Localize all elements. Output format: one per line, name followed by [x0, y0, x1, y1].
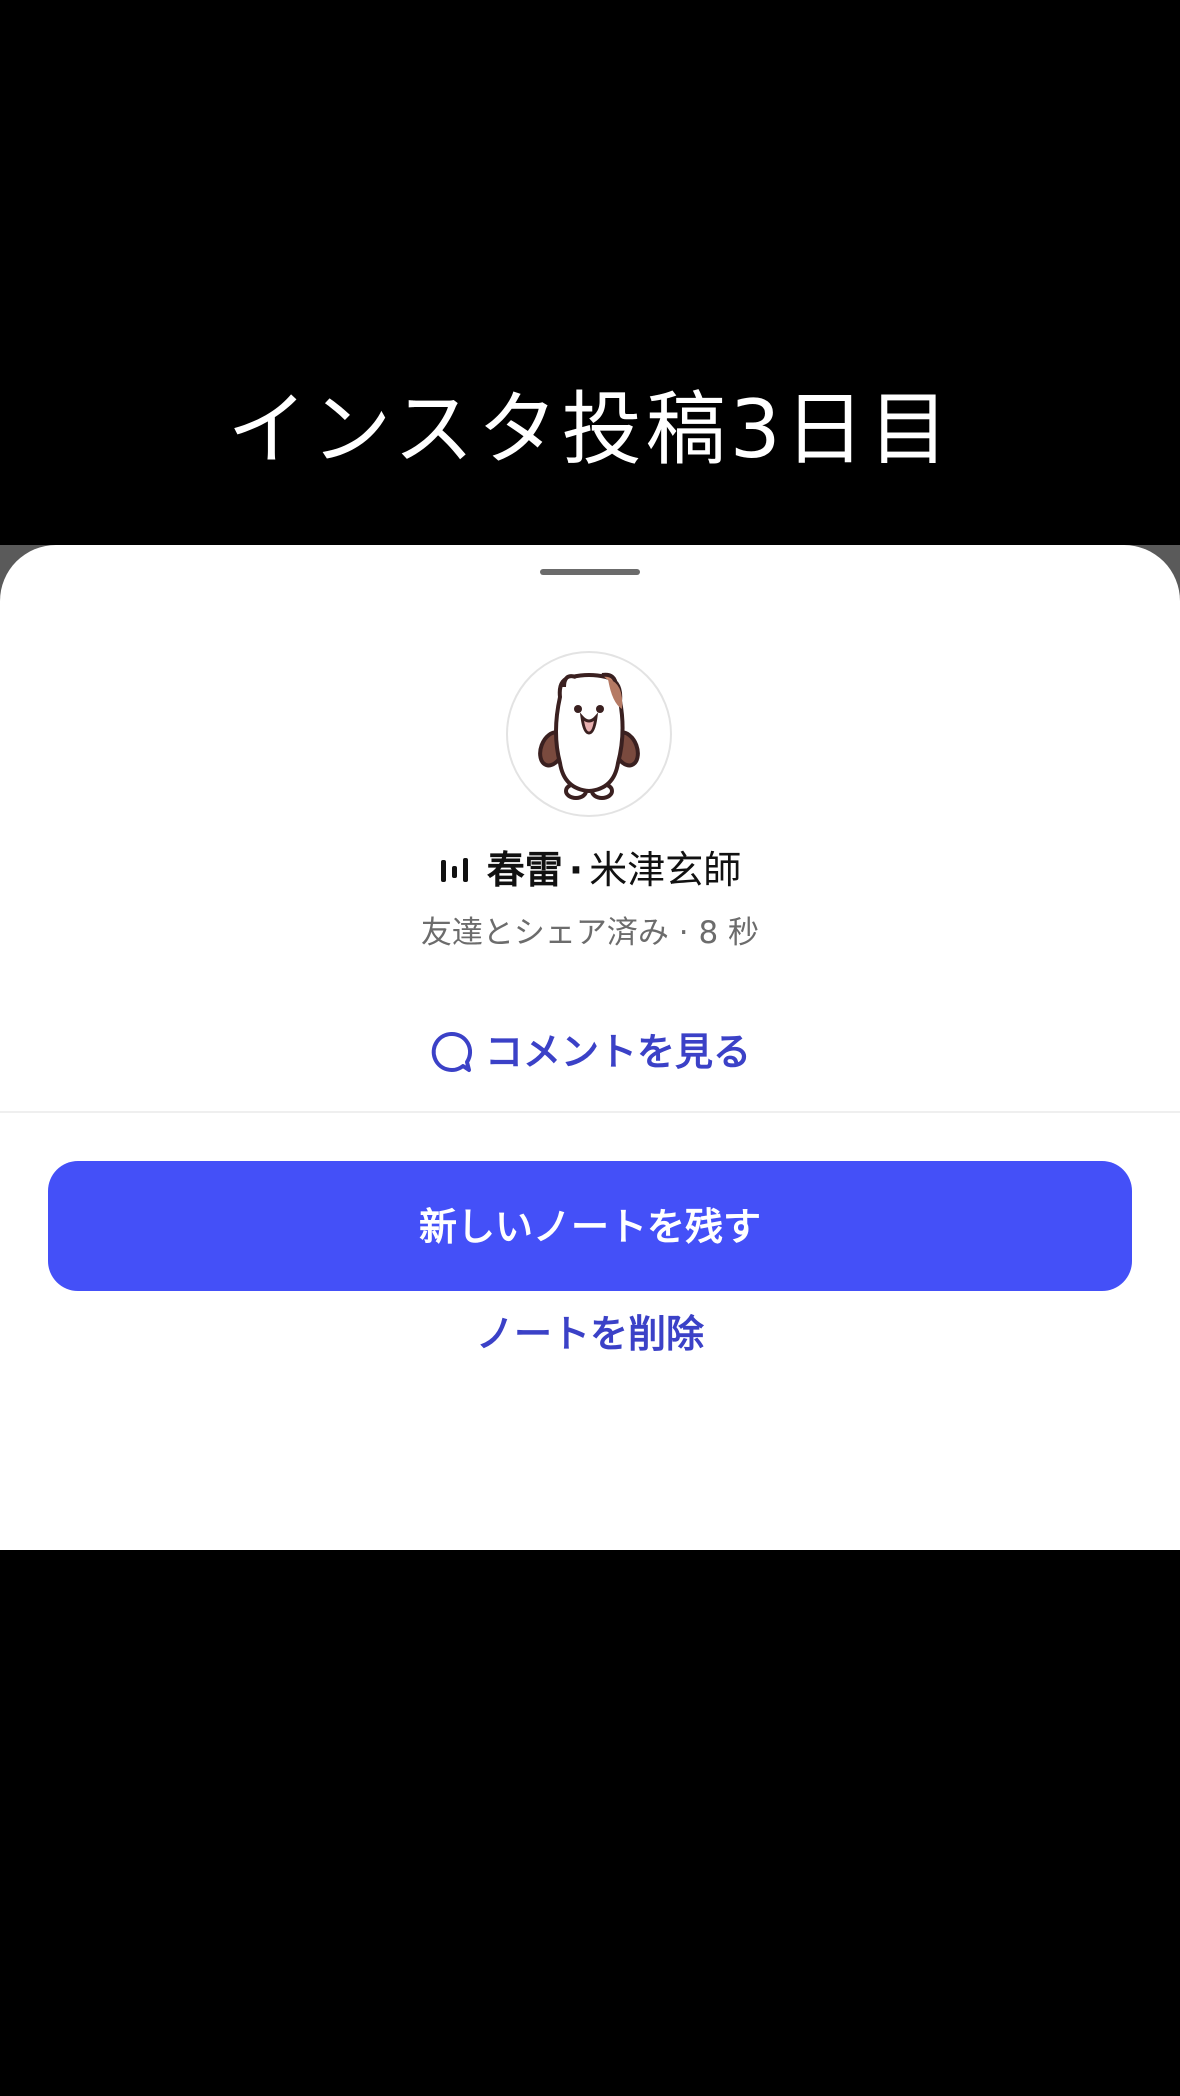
view-comments-label: コメントを見る: [484, 1030, 751, 1074]
comment-bubble-icon: [431, 1031, 473, 1072]
leave-new-note-button[interactable]: 新しいノートを残す: [48, 1161, 1132, 1291]
sheet-drag-handle[interactable]: [540, 569, 640, 575]
bottom-sheet: 春雷 · 米津玄師 友達とシェア済み · 8 秒 コメントを見る 新しいノートを残す…: [0, 545, 1180, 1550]
view-comments-link[interactable]: コメントを見る: [0, 1025, 1180, 1079]
avatar[interactable]: [506, 651, 672, 817]
hamster-avatar-icon: [538, 672, 640, 800]
equalizer-icon: [440, 857, 468, 882]
artist-name: 米津玄師: [589, 848, 742, 892]
video-caption: インスタ投稿3日目: [227, 383, 953, 476]
now-playing-row[interactable]: 春雷 · 米津玄師: [0, 845, 1180, 895]
divider: [0, 1111, 1180, 1113]
share-status-text: 友達とシェア済み · 8 秒: [420, 915, 760, 951]
song-title: 春雷: [486, 848, 563, 892]
delete-note-button[interactable]: ノートを削除: [0, 1307, 1180, 1361]
separator-dot: ·: [568, 848, 584, 892]
